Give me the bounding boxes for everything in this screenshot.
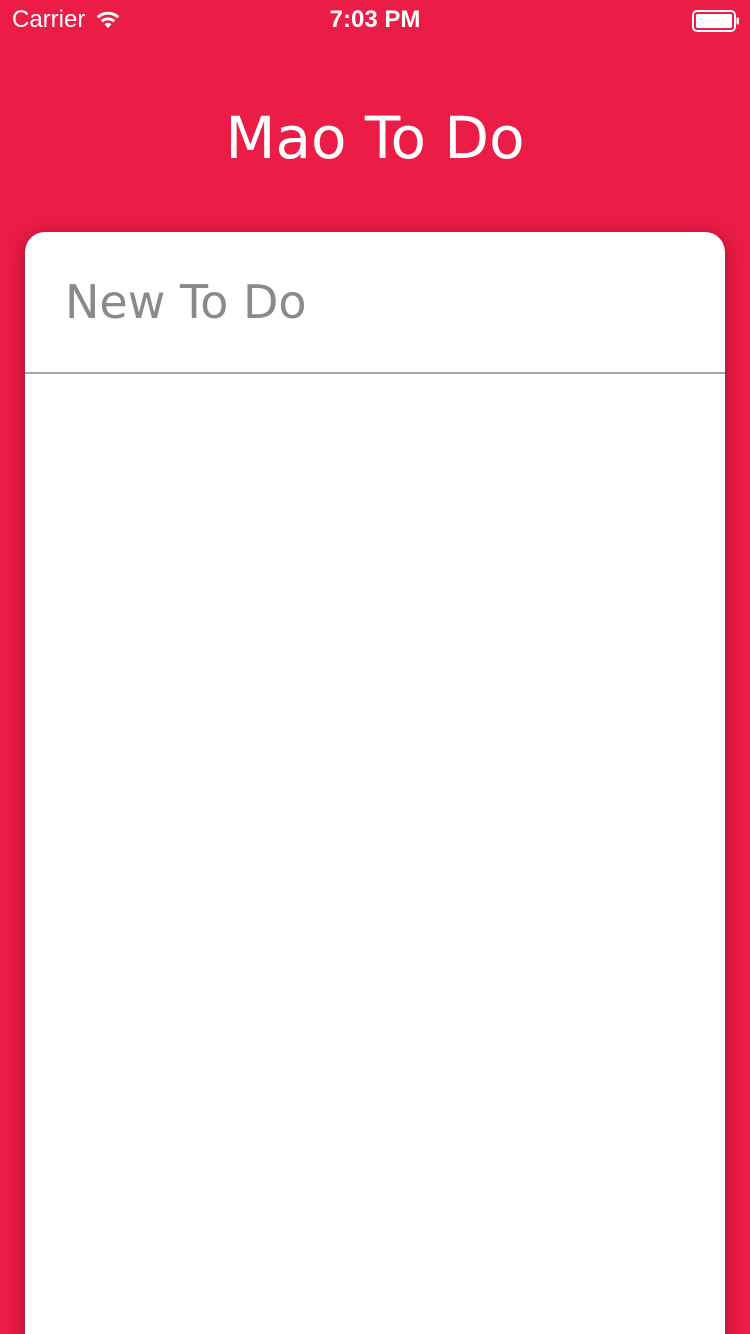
battery-full-icon [692,10,739,32]
todo-list[interactable] [25,374,725,1334]
status-bar: Carrier 7:03 PM [0,0,750,40]
app-screen: Carrier 7:03 PM Mao To Do [0,0,750,1334]
app-title: Mao To Do [225,104,525,172]
status-time: 7:03 PM [329,6,421,33]
new-todo-input[interactable] [25,232,725,372]
todo-card [25,232,725,1334]
